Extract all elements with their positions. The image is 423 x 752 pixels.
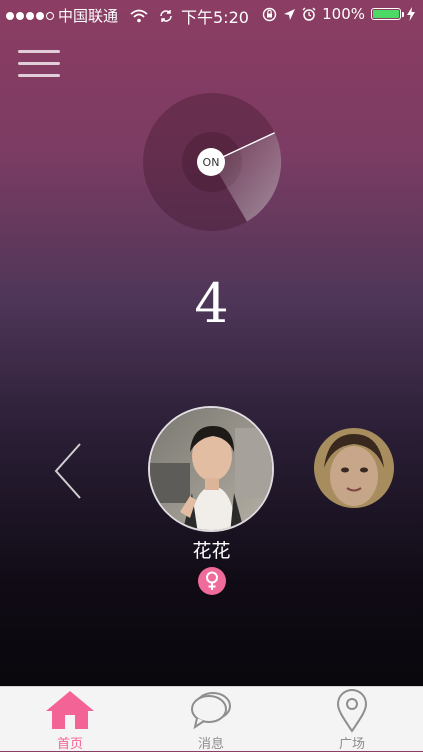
- nearby-count: 4: [194, 272, 229, 335]
- charging-bolt-icon: [407, 7, 415, 21]
- signal-strength-icon: [6, 11, 54, 20]
- female-gender-icon: [198, 567, 226, 595]
- chevron-left-icon[interactable]: [52, 442, 86, 500]
- rotation-lock-icon: [262, 7, 277, 21]
- status-bar: 中国联通 下午5:20 100%: [0, 0, 423, 28]
- tab-messages[interactable]: 消息: [141, 687, 281, 752]
- menu-line: [18, 50, 60, 53]
- menu-line: [18, 62, 60, 65]
- profile-name: 花花: [192, 540, 231, 562]
- tab-plaza[interactable]: 广场: [282, 687, 422, 752]
- next-profile-avatar[interactable]: [314, 428, 394, 508]
- menu-line: [18, 74, 60, 77]
- tab-home[interactable]: 首页: [0, 687, 140, 752]
- location-pin-icon: [336, 689, 368, 733]
- tab-home-label: 首页: [56, 737, 83, 752]
- chat-icon: [191, 692, 231, 730]
- avatar-photo: [314, 428, 394, 508]
- tab-plaza-label: 广场: [338, 737, 365, 752]
- avatar-photo: [150, 408, 272, 530]
- menu-button[interactable]: [18, 50, 60, 82]
- battery-icon: [371, 8, 404, 20]
- radar-toggle-button[interactable]: ON: [197, 148, 225, 176]
- wifi-icon: [130, 9, 148, 22]
- tab-bar: 首页 消息 广场: [0, 686, 423, 752]
- status-time: 下午5:20: [181, 8, 249, 27]
- home-icon: [46, 691, 94, 729]
- location-arrow-icon: [284, 8, 296, 20]
- carrier-label: 中国联通: [58, 7, 119, 25]
- battery-percent: 100%: [322, 5, 365, 23]
- tab-messages-label: 消息: [197, 737, 224, 752]
- profile-avatar[interactable]: [148, 406, 274, 532]
- sync-icon: [160, 9, 172, 22]
- alarm-icon: [302, 7, 316, 21]
